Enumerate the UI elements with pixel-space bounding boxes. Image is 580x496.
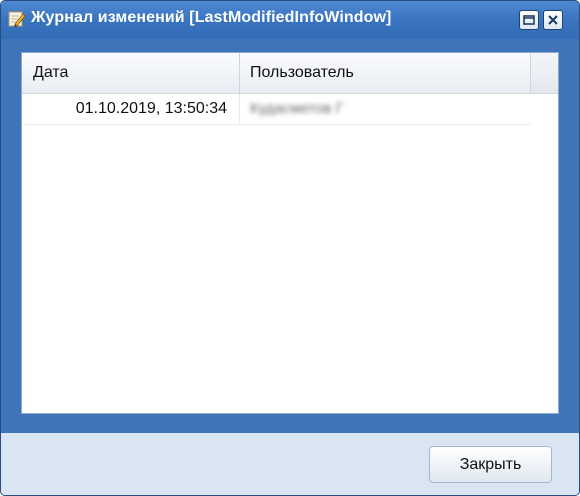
restore-button[interactable] <box>519 10 539 30</box>
close-window-button[interactable] <box>543 10 563 30</box>
column-header-date[interactable]: Дата <box>22 53 240 93</box>
close-icon <box>548 15 558 25</box>
changes-grid: Дата Пользователь 01.10.2019, 13:50:34 К… <box>21 52 559 414</box>
window-titlebar[interactable]: Журнал изменений [LastModifiedInfoWindow… <box>1 1 579 39</box>
grid-header: Дата Пользователь <box>22 53 558 94</box>
cell-date: 01.10.2019, 13:50:34 <box>22 94 240 124</box>
header-scroll-spacer <box>531 53 558 93</box>
column-header-user[interactable]: Пользователь <box>240 53 531 93</box>
restore-icon <box>523 15 535 25</box>
window-title: Журнал изменений [LastModifiedInfoWindow… <box>31 9 392 26</box>
edit-pencil-icon <box>8 10 26 28</box>
close-button[interactable]: Закрыть <box>429 446 552 483</box>
last-modified-info-window: Журнал изменений [LastModifiedInfoWindow… <box>0 0 580 496</box>
cell-user: Кудасметов Г <box>250 100 344 117</box>
table-row[interactable]: 01.10.2019, 13:50:34 Кудасметов Г <box>22 94 531 125</box>
